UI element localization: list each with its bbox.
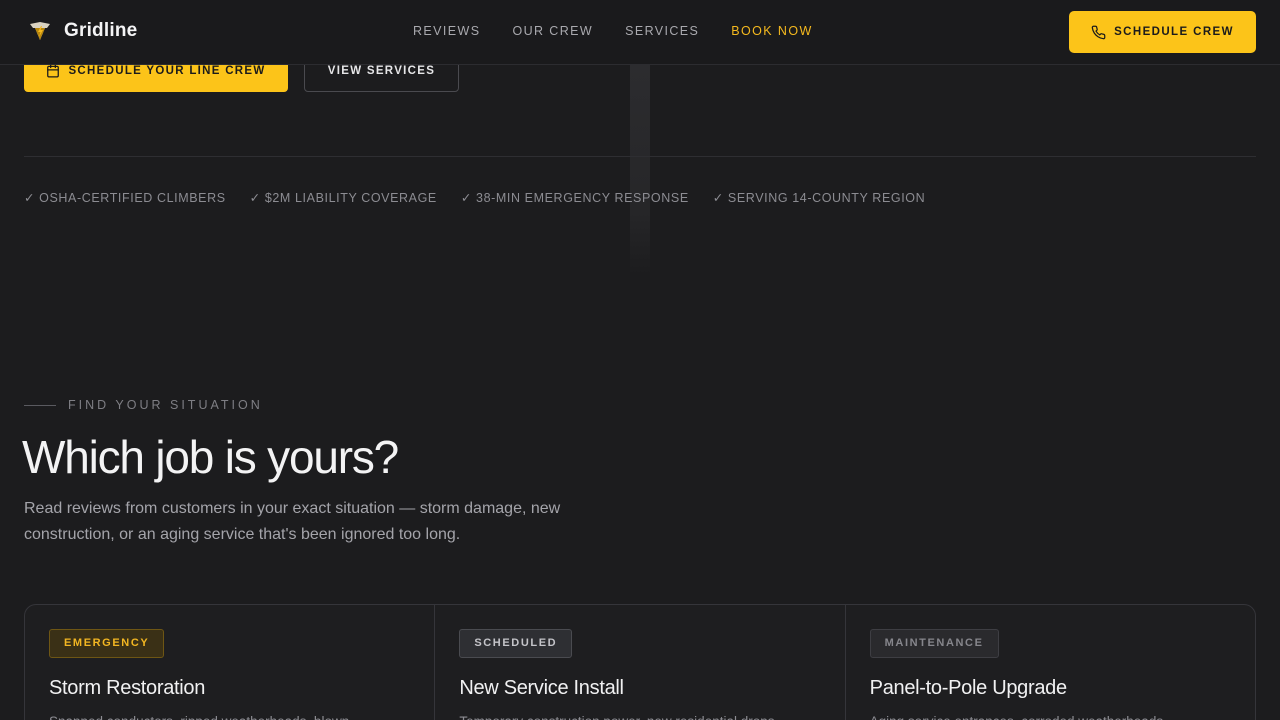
eyebrow-text: FIND YOUR SITUATION [68,398,263,412]
schedule-crew-label: SCHEDULE CREW [1114,26,1234,38]
card-panel-to-pole-upgrade[interactable]: MAINTENANCE Panel-to-Pole Upgrade Aging … [846,605,1255,720]
card-description: Snapped conductors, ripped weatherheads,… [49,712,410,720]
calendar-icon [47,64,60,78]
nav-services[interactable]: SERVICES [625,24,699,38]
schedule-crew-button[interactable]: SCHEDULE CREW [1069,11,1256,53]
section-eyebrow: FIND YOUR SITUATION [24,398,263,412]
card-badge: SCHEDULED [459,629,573,658]
logo[interactable]: Gridline [28,19,137,43]
card-description: Aging service entrances, corroded weathe… [870,712,1231,720]
view-services-label: VIEW SERVICES [327,65,436,77]
card-badge: EMERGENCY [49,629,165,658]
nav-our-crew[interactable]: OUR CREW [512,24,593,38]
card-description: Temporary construction power, new reside… [459,712,820,720]
card-new-service-install[interactable]: SCHEDULED New Service Install Temporary … [435,605,846,720]
card-storm-restoration[interactable]: EMERGENCY Storm Restoration Snapped cond… [25,605,436,720]
trust-item: ✓ SERVING 14-COUNTY REGION [712,191,926,205]
section-lead: Read reviews from customers in your exac… [24,500,561,543]
card-title: Storm Restoration [49,677,206,699]
schedule-line-crew-label: SCHEDULE YOUR LINE CREW [68,65,266,77]
phone-icon [1091,25,1106,39]
trust-bar: ✓ OSHA-CERTIFIED CLIMBERS ✓ $2M LIABILIT… [24,190,949,205]
section-title: Which job is yours? [22,431,399,483]
situation-cards: EMERGENCY Storm Restoration Snapped cond… [24,604,1256,720]
background-pole-graphic [630,64,650,276]
trust-item: ✓ OSHA-CERTIFIED CLIMBERS [24,191,226,205]
card-title: New Service Install [459,677,624,699]
shield-bolt-icon [30,22,50,40]
card-title: Panel-to-Pole Upgrade [869,677,1067,699]
main-nav: REVIEWS OUR CREW SERVICES BOOK NOW [413,24,845,38]
trust-item: ✓ $2M LIABILITY COVERAGE [249,191,437,205]
trust-item: ✓ 38-MIN EMERGENCY RESPONSE [460,191,689,205]
brand-name: Gridline [64,20,138,41]
nav-book-now[interactable]: BOOK NOW [731,24,812,38]
site-header: Gridline REVIEWS OUR CREW SERVICES BOOK … [0,0,1280,65]
hero-divider [24,156,1256,157]
eyebrow-line [24,404,56,406]
card-badge: MAINTENANCE [869,629,999,658]
nav-reviews[interactable]: REVIEWS [413,24,480,38]
